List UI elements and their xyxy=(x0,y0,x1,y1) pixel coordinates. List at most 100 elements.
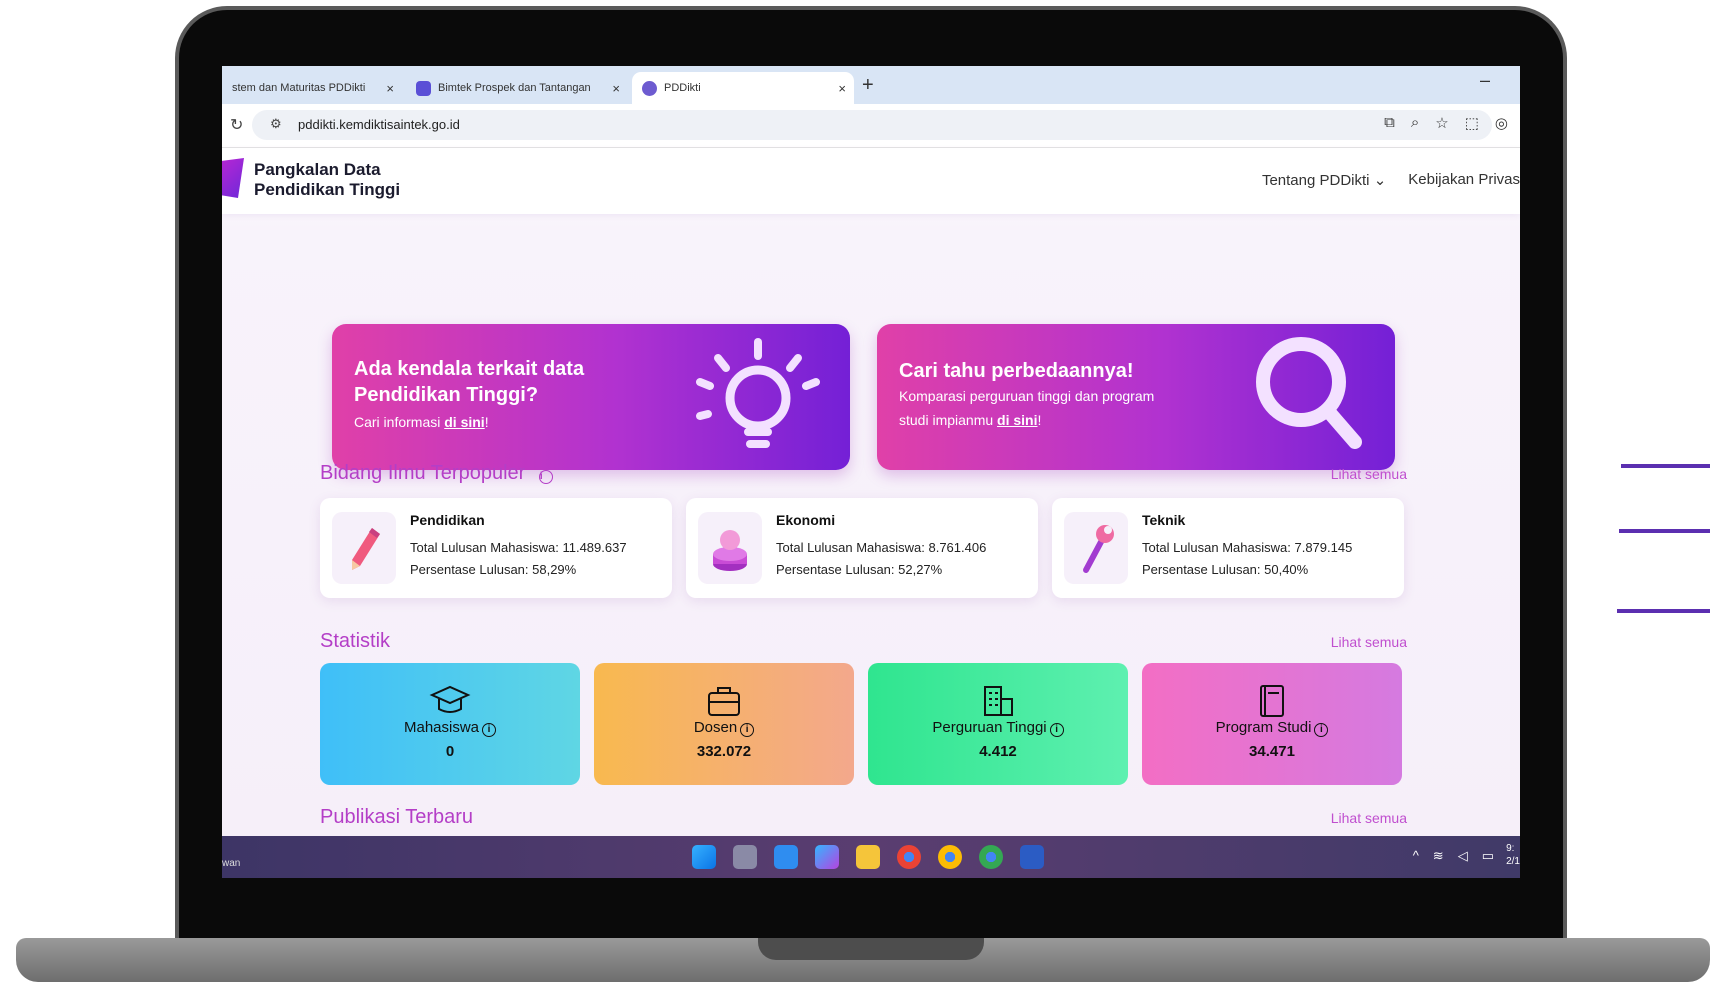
field-card-teknik[interactable]: Teknik Total Lulusan Mahasiswa: 7.879.14… xyxy=(1052,498,1404,598)
field-graduates: Total Lulusan Mahasiswa: 7.879.145 xyxy=(1142,540,1353,555)
banner-sub-suffix: ! xyxy=(484,414,489,430)
banner-title-line2: Pendidikan Tinggi? xyxy=(354,384,539,406)
stat-label-text: Mahasiswa xyxy=(403,719,480,736)
statistics-see-all-link[interactable]: Lihat semua xyxy=(1331,634,1407,650)
wifi-icon[interactable]: ≋ xyxy=(1433,848,1444,864)
chrome-icon[interactable] xyxy=(979,845,1003,869)
field-card-pendidikan[interactable]: Pendidikan Total Lulusan Mahasiswa: 11.4… xyxy=(320,498,672,598)
info-icon[interactable]: i xyxy=(482,723,497,737)
field-name: Pendidikan xyxy=(410,512,485,528)
tab-title: PDDikti xyxy=(664,82,701,94)
banner-sub-line1: Komparasi perguruan tinggi dan program xyxy=(899,388,1155,404)
statistics-title: Statistik xyxy=(320,630,391,652)
address-bar[interactable]: ⚙ pddikti.kemdiktisaintek.go.id xyxy=(252,110,1492,140)
profile-icon[interactable]: ◎ xyxy=(1495,114,1508,132)
banner-title: Ada kendala terkait data Pendidikan Ting… xyxy=(354,356,584,408)
pddikti-favicon-icon xyxy=(642,80,657,96)
extensions-icon[interactable]: ⬚ xyxy=(1465,114,1479,132)
stat-card-program-studi[interactable]: Program Studi i 34.471 xyxy=(1142,663,1402,785)
stat-label-text: Dosen xyxy=(693,719,738,736)
field-percent: Persentase Lulusan: 50,40% xyxy=(1142,562,1309,577)
start-icon[interactable] xyxy=(692,845,716,869)
stat-label-text: Program Studi xyxy=(1215,719,1312,736)
chrome-icon[interactable] xyxy=(938,845,962,869)
tab-sistem[interactable]: stem dan Maturitas PDDikti × xyxy=(222,72,402,104)
help-banner[interactable]: Ada kendala terkait data Pendidikan Ting… xyxy=(332,324,850,470)
pddikti-logo-icon[interactable] xyxy=(222,158,244,198)
os-taskbar: wan ^ ≋ ◁ ▭ 9: 2/1 xyxy=(222,836,1520,878)
word-icon[interactable] xyxy=(1020,845,1044,869)
close-icon[interactable]: × xyxy=(838,81,846,96)
publications-title: Publikasi Terbaru xyxy=(320,806,474,828)
tab-title: stem dan Maturitas PDDikti xyxy=(232,82,366,94)
nav-about[interactable]: Tentang PDDikti ⌄ xyxy=(1262,171,1386,189)
info-icon[interactable]: i xyxy=(538,470,553,484)
stat-value: 4.412 xyxy=(979,743,1017,760)
info-icon[interactable]: i xyxy=(1314,723,1329,737)
field-graduates: Total Lulusan Mahasiswa: 8.761.406 xyxy=(776,540,987,555)
file-explorer-icon[interactable] xyxy=(856,845,880,869)
clock[interactable]: 9: 2/1 xyxy=(1506,842,1520,868)
minimize-icon[interactable]: – xyxy=(1480,70,1490,91)
compare-banner[interactable]: Cari tahu perbedaannya! Komparasi pergur… xyxy=(877,324,1395,470)
field-percent: Persentase Lulusan: 58,29% xyxy=(410,562,577,577)
field-icon-box xyxy=(698,512,762,584)
new-tab-icon[interactable]: + xyxy=(862,74,874,97)
field-icon-box xyxy=(332,512,396,584)
reload-icon[interactable]: ↻ xyxy=(230,115,243,135)
tab-bimtek[interactable]: Bimtek Prospek dan Tantangan × xyxy=(406,72,628,104)
stat-label-text: Perguruan Tinggi xyxy=(932,719,1047,736)
banner-link[interactable]: di sini xyxy=(997,412,1037,428)
decorative-line xyxy=(1621,464,1710,468)
stat-value: 34.471 xyxy=(1249,743,1295,760)
stat-value: 0 xyxy=(445,743,455,760)
building-icon xyxy=(984,686,1013,716)
site-logo-text[interactable]: Pangkalan Data Pendidikan Tinggi xyxy=(254,160,400,200)
copilot-icon[interactable] xyxy=(815,845,839,869)
battery-icon[interactable]: ▭ xyxy=(1482,848,1494,864)
zoom-icon[interactable]: ⌕ xyxy=(1411,114,1419,132)
nav-privacy[interactable]: Kebijakan Privas xyxy=(1408,171,1520,189)
popular-see-all-link[interactable]: Lihat semua xyxy=(1331,466,1407,482)
laptop-notch xyxy=(758,938,984,960)
task-view-icon[interactable] xyxy=(733,845,757,869)
tab-pddikti[interactable]: PDDikti × xyxy=(632,72,854,104)
publications-see-all-link[interactable]: Lihat semua xyxy=(1331,810,1407,826)
chrome-icon[interactable] xyxy=(897,845,921,869)
field-graduates: Total Lulusan Mahasiswa: 11.489.637 xyxy=(410,540,627,555)
taskbar-left-text: wan xyxy=(222,858,241,869)
pen-app-icon[interactable] xyxy=(774,845,798,869)
main-nav: Tentang PDDikti ⌄ Kebijakan Privas xyxy=(1262,171,1520,189)
banner-title-line1: Ada kendala terkait data xyxy=(354,358,585,380)
web-page: Pangkalan Data Pendidikan Tinggi Tentang… xyxy=(222,148,1520,836)
chevron-up-icon[interactable]: ^ xyxy=(1413,848,1419,864)
bookmark-star-icon[interactable]: ☆ xyxy=(1435,114,1448,132)
chevron-down-icon: ⌄ xyxy=(1373,172,1387,189)
chat-icon xyxy=(416,80,431,96)
tab-strip: stem dan Maturitas PDDikti × Bimtek Pros… xyxy=(222,66,1520,104)
banner-subtitle: studi impianmu di sini! xyxy=(899,412,1041,428)
stat-card-perguruan-tinggi[interactable]: Perguruan Tinggi i 4.412 xyxy=(868,663,1128,785)
tab-title: Bimtek Prospek dan Tantangan xyxy=(438,82,591,94)
coins-icon xyxy=(713,530,747,571)
popular-title-text: Bidang Ilmu Terpopuler xyxy=(320,462,526,484)
system-tray: ^ ≋ ◁ ▭ xyxy=(1413,848,1494,864)
stat-card-dosen[interactable]: Dosen i 332.072 xyxy=(594,663,854,785)
field-card-ekonomi[interactable]: Ekonomi Total Lulusan Mahasiswa: 8.761.4… xyxy=(686,498,1038,598)
logo-line2: Pendidikan Tinggi xyxy=(254,180,401,199)
stat-label: Perguruan Tinggi i xyxy=(868,719,1128,737)
decorative-line xyxy=(1617,609,1710,613)
site-header: Pangkalan Data Pendidikan Tinggi Tentang… xyxy=(222,148,1520,214)
site-settings-icon[interactable]: ⚙ xyxy=(270,116,282,132)
banner-link[interactable]: di sini xyxy=(444,414,484,430)
briefcase-icon xyxy=(708,687,740,716)
banner-title: Cari tahu perbedaannya! xyxy=(899,360,1134,382)
install-app-icon[interactable]: ⧉ xyxy=(1384,114,1395,132)
info-icon[interactable]: i xyxy=(740,723,755,737)
close-icon[interactable]: × xyxy=(612,81,620,96)
info-icon[interactable]: i xyxy=(1049,723,1064,737)
volume-icon[interactable]: ◁ xyxy=(1458,848,1468,864)
banner-sub-suffix: ! xyxy=(1037,412,1042,428)
close-icon[interactable]: × xyxy=(386,81,394,96)
stat-card-mahasiswa[interactable]: Mahasiswa i 0 xyxy=(320,663,580,785)
